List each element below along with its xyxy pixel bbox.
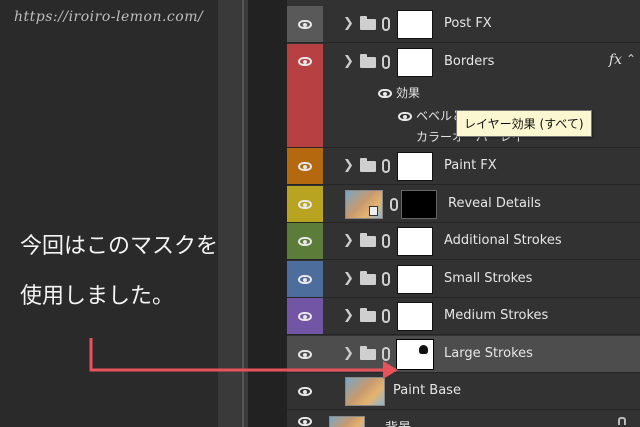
effects-label: 効果: [396, 86, 421, 100]
link-icon[interactable]: [382, 347, 390, 361]
panel-divider: [242, 0, 244, 427]
layer-row-paint-base[interactable]: Paint Base: [287, 373, 640, 410]
link-icon[interactable]: [382, 55, 390, 69]
folder-icon: [360, 54, 376, 68]
folder-icon: [360, 158, 376, 172]
visibility-toggle[interactable]: [287, 148, 323, 184]
chevron-right-icon[interactable]: ❯: [343, 54, 354, 69]
layer-name[interactable]: Borders: [444, 54, 494, 69]
folder-icon: [360, 233, 376, 247]
folder-icon: [360, 16, 376, 30]
eye-icon[interactable]: [398, 112, 412, 121]
layer-name[interactable]: Large Strokes: [444, 346, 533, 361]
folder-icon: [360, 308, 376, 322]
eye-icon: [298, 236, 312, 246]
visibility-toggle[interactable]: [287, 298, 323, 334]
caption-line-1: 今回はこのマスクを: [20, 234, 219, 259]
lock-icon: [618, 417, 626, 425]
layer-name[interactable]: Additional Strokes: [444, 233, 562, 248]
layer-row-additional-strokes[interactable]: ❯ Additional Strokes: [287, 223, 640, 260]
mask-thumbnail[interactable]: [397, 302, 433, 331]
eye-icon[interactable]: [378, 89, 392, 98]
folder-icon: [360, 271, 376, 285]
eye-icon: [298, 19, 312, 29]
mask-thumbnail[interactable]: [397, 265, 433, 294]
eye-icon: [298, 416, 312, 426]
folder-icon: [360, 346, 376, 360]
brush-cursor-icon: [419, 345, 428, 354]
fx-icon[interactable]: fx: [609, 52, 622, 68]
chevron-right-icon[interactable]: ❯: [343, 346, 354, 361]
link-icon[interactable]: [382, 159, 390, 173]
canvas-area: [0, 0, 218, 427]
layer-name[interactable]: Post FX: [444, 16, 492, 31]
link-icon[interactable]: [382, 272, 390, 286]
visibility-toggle[interactable]: [287, 44, 323, 147]
visibility-toggle[interactable]: [287, 411, 323, 427]
link-icon[interactable]: [382, 309, 390, 323]
eye-icon: [298, 199, 312, 209]
layer-name[interactable]: Reveal Details: [448, 196, 541, 211]
chevron-right-icon[interactable]: ❯: [343, 16, 354, 31]
caption-line-2: 使用しました。: [20, 284, 175, 309]
link-icon[interactable]: [382, 17, 390, 31]
mask-thumbnail[interactable]: [397, 152, 433, 181]
visibility-toggle[interactable]: [287, 261, 323, 297]
layer-row-post-fx[interactable]: ❯ Post FX: [287, 6, 640, 43]
eye-icon: [298, 349, 312, 359]
layer-thumbnail[interactable]: [345, 377, 385, 406]
chevron-up-icon[interactable]: ⌃: [626, 52, 636, 66]
link-icon[interactable]: [382, 234, 390, 248]
mask-thumbnail[interactable]: [397, 10, 433, 39]
layer-row-medium-strokes[interactable]: ❯ Medium Strokes: [287, 298, 640, 335]
eye-icon: [298, 161, 312, 171]
mask-thumbnail[interactable]: [397, 340, 433, 369]
visibility-toggle[interactable]: [287, 336, 323, 372]
visibility-toggle[interactable]: [287, 6, 323, 42]
eye-icon: [298, 386, 312, 396]
chevron-right-icon[interactable]: ❯: [343, 233, 354, 248]
layer-row-reveal-details[interactable]: Reveal Details: [287, 186, 640, 223]
eye-icon: [298, 57, 312, 66]
visibility-toggle[interactable]: [287, 186, 323, 222]
visibility-toggle[interactable]: [287, 373, 323, 409]
chevron-right-icon[interactable]: ❯: [343, 271, 354, 286]
mask-thumbnail[interactable]: [401, 190, 437, 219]
layer-row-paint-fx[interactable]: ❯ Paint FX: [287, 148, 640, 185]
layer-name[interactable]: Small Strokes: [444, 271, 532, 286]
eye-icon: [298, 274, 312, 284]
link-icon[interactable]: [390, 198, 398, 211]
layer-name[interactable]: 背景: [385, 417, 411, 427]
layer-row-small-strokes[interactable]: ❯ Small Strokes: [287, 261, 640, 298]
mask-thumbnail[interactable]: [397, 227, 433, 256]
smart-object-icon: [369, 206, 378, 216]
mask-thumbnail[interactable]: [397, 48, 433, 77]
watermark: https://iroiro-lemon.com/: [14, 9, 204, 25]
layer-row-background[interactable]: 背景: [287, 411, 640, 427]
tooltip: レイヤー効果 (すべて): [456, 110, 592, 137]
layer-name[interactable]: Paint Base: [393, 383, 461, 398]
layer-thumbnail[interactable]: [329, 416, 365, 427]
chevron-right-icon[interactable]: ❯: [343, 158, 354, 173]
layer-row-large-strokes[interactable]: ❯ Large Strokes: [287, 336, 640, 373]
eye-icon: [298, 311, 312, 321]
chevron-right-icon[interactable]: ❯: [343, 308, 354, 323]
layer-name[interactable]: Medium Strokes: [444, 308, 548, 323]
layer-name[interactable]: Paint FX: [444, 158, 497, 173]
visibility-toggle[interactable]: [287, 223, 323, 259]
